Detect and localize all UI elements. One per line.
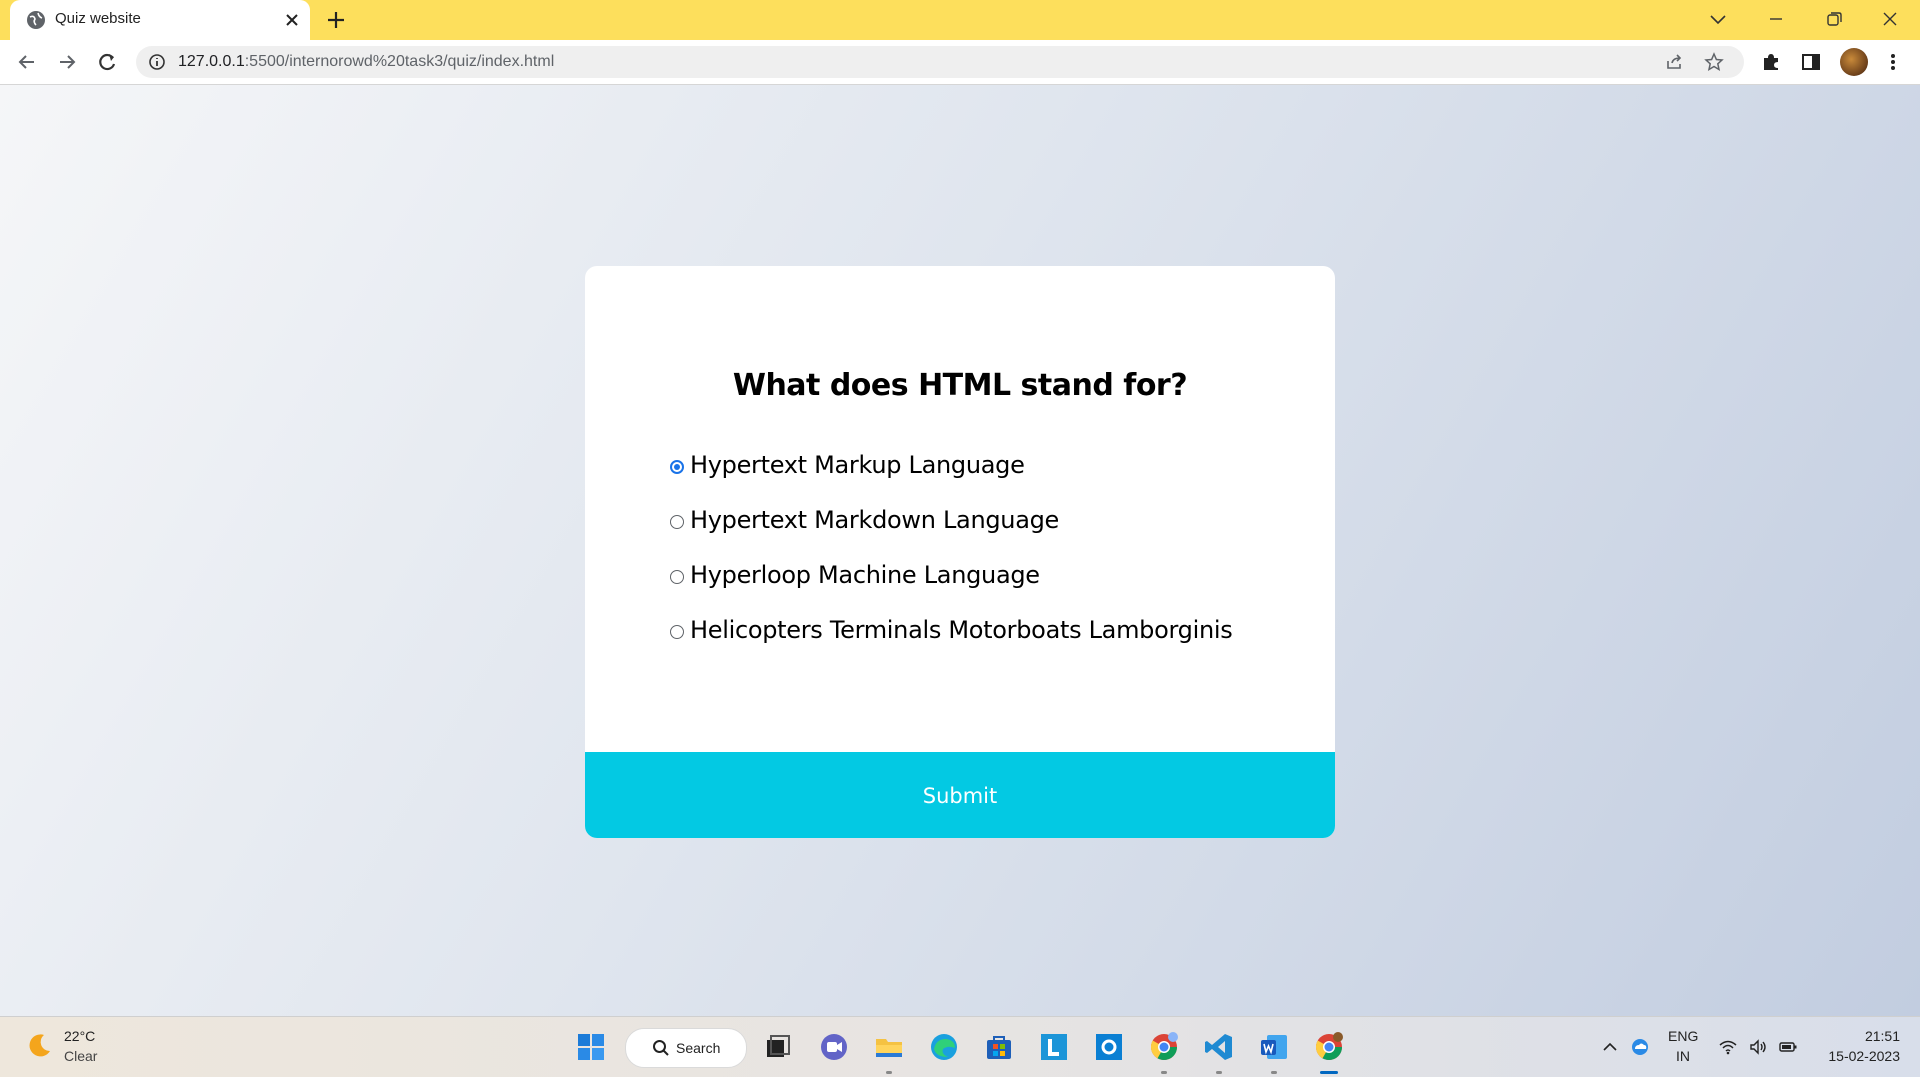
site-info-icon[interactable] <box>148 53 166 71</box>
cortana-app-icon[interactable] <box>1093 1031 1125 1063</box>
browser-tab-strip: Quiz website <box>0 0 1920 40</box>
url-host: 127.0.0.1 <box>178 53 245 70</box>
quiz-question: What does HTML stand for? <box>732 368 1188 403</box>
chrome-icon[interactable] <box>1313 1031 1345 1063</box>
teams-chat-icon[interactable] <box>818 1031 850 1063</box>
bookmark-star-icon[interactable] <box>1704 52 1724 72</box>
language-code[interactable]: ENG <box>1668 1028 1698 1044</box>
answer-label[interactable]: Helicopters Terminals Motorboats Lamborg… <box>690 616 1233 644</box>
app-running-indicator <box>886 1071 892 1074</box>
forward-icon[interactable] <box>54 49 80 75</box>
task-view-icon[interactable] <box>762 1031 794 1063</box>
answer-radio[interactable] <box>670 625 684 639</box>
answer-label[interactable]: Hyperloop Machine Language <box>690 561 1040 589</box>
globe-icon <box>27 11 45 29</box>
l-app-icon[interactable] <box>1038 1031 1070 1063</box>
app-running-indicator <box>1216 1071 1222 1074</box>
clock-time[interactable]: 21:51 <box>1840 1028 1900 1044</box>
file-explorer-icon[interactable] <box>873 1031 905 1063</box>
windows-taskbar: 22°C Clear Search ENG IN 21:51 15-02-202… <box>0 1016 1920 1077</box>
search-icon <box>653 1040 669 1056</box>
vscode-icon[interactable] <box>1203 1031 1235 1063</box>
browser-tab-active[interactable]: Quiz website <box>10 0 310 40</box>
weather-temperature: 22°C <box>64 1028 96 1044</box>
language-region[interactable]: IN <box>1668 1048 1698 1064</box>
app-running-indicator <box>1271 1071 1277 1074</box>
volume-icon[interactable] <box>1748 1037 1768 1057</box>
active-app-indicator <box>1320 1071 1338 1074</box>
wifi-icon[interactable] <box>1718 1037 1738 1057</box>
moon-weather-icon[interactable] <box>24 1031 54 1061</box>
extensions-puzzle-icon[interactable] <box>1760 51 1782 73</box>
minimize-icon[interactable] <box>1758 4 1794 34</box>
chrome-profile-icon[interactable] <box>1148 1031 1180 1063</box>
restore-icon[interactable] <box>1815 4 1851 34</box>
address-bar[interactable]: 127.0.0.1:5500/internorowd%20task3/quiz/… <box>136 46 1744 78</box>
more-menu-icon[interactable] <box>1882 51 1904 73</box>
search-label: Search <box>676 1040 721 1056</box>
side-panel-icon[interactable] <box>1800 51 1822 73</box>
taskbar-search[interactable]: Search <box>625 1028 747 1068</box>
answer-radio[interactable] <box>670 460 684 474</box>
new-tab-icon[interactable] <box>324 8 348 32</box>
answer-label[interactable]: Hypertext Markup Language <box>690 451 1025 479</box>
onedrive-cloud-icon[interactable] <box>1630 1037 1650 1057</box>
back-icon[interactable] <box>14 49 40 75</box>
battery-icon[interactable] <box>1778 1037 1798 1057</box>
edge-browser-icon[interactable] <box>928 1031 960 1063</box>
microsoft-store-icon[interactable] <box>983 1031 1015 1063</box>
chevron-up-icon[interactable] <box>1600 1037 1620 1057</box>
clock-date[interactable]: 15-02-2023 <box>1810 1048 1900 1064</box>
tab-title: Quiz website <box>55 10 141 27</box>
tab-search-chevron-icon[interactable] <box>1700 4 1736 34</box>
browser-toolbar: 127.0.0.1:5500/internorowd%20task3/quiz/… <box>0 40 1920 85</box>
app-running-indicator <box>1161 1071 1167 1074</box>
windows-start-icon[interactable] <box>575 1031 607 1063</box>
url-path: :5500/internorowd%20task3/quiz/index.htm… <box>244 53 555 70</box>
word-icon[interactable] <box>1258 1031 1290 1063</box>
answer-label[interactable]: Hypertext Markdown Language <box>690 506 1059 534</box>
profile-avatar[interactable] <box>1840 48 1868 76</box>
submit-button[interactable]: Submit <box>585 752 1335 838</box>
close-window-icon[interactable] <box>1872 4 1908 34</box>
quiz-card: What does HTML stand for? Hypertext Mark… <box>585 266 1335 838</box>
page-viewport: What does HTML stand for? Hypertext Mark… <box>0 85 1920 1016</box>
answer-radio[interactable] <box>670 570 684 584</box>
answer-radio[interactable] <box>670 515 684 529</box>
weather-condition: Clear <box>64 1048 98 1064</box>
share-icon[interactable] <box>1664 52 1684 72</box>
url-text[interactable]: 127.0.0.1:5500/internorowd%20task3/quiz/… <box>178 53 554 71</box>
reload-icon[interactable] <box>94 49 120 75</box>
close-tab-icon[interactable] <box>282 10 302 30</box>
